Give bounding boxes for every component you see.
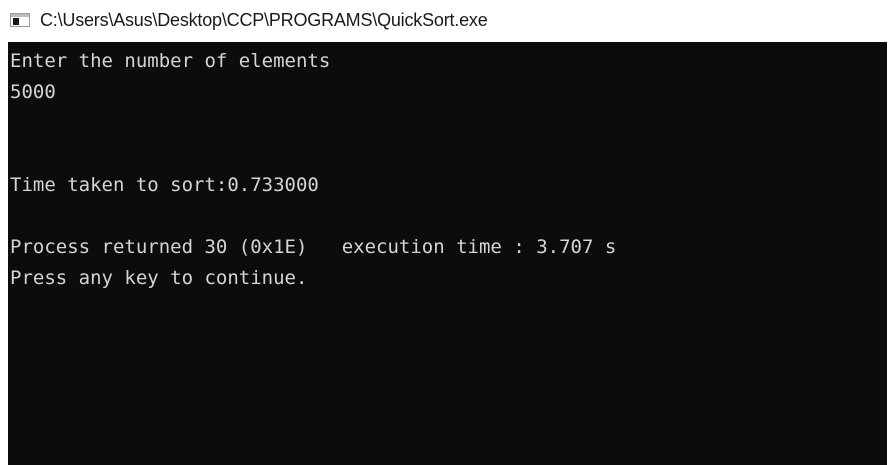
console-line-prompt: Enter the number of elements (10, 50, 331, 72)
console-output[interactable]: Enter the number of elements 5000 Time t… (8, 42, 887, 465)
window-title: C:\Users\Asus\Desktop\CCP\PROGRAMS\Quick… (40, 9, 488, 30)
console-window-icon[interactable] (10, 13, 30, 27)
console-line-process-returned: Process returned 30 (0x1E) execution tim… (10, 236, 617, 258)
console-line-sort-time: Time taken to sort:0.733000 (10, 174, 319, 196)
console-window: C:\Users\Asus\Desktop\CCP\PROGRAMS\Quick… (0, 0, 889, 465)
console-line-press-any-key: Press any key to continue. (10, 267, 308, 289)
title-bar[interactable]: C:\Users\Asus\Desktop\CCP\PROGRAMS\Quick… (0, 0, 889, 40)
console-line-input: 5000 (10, 81, 56, 103)
